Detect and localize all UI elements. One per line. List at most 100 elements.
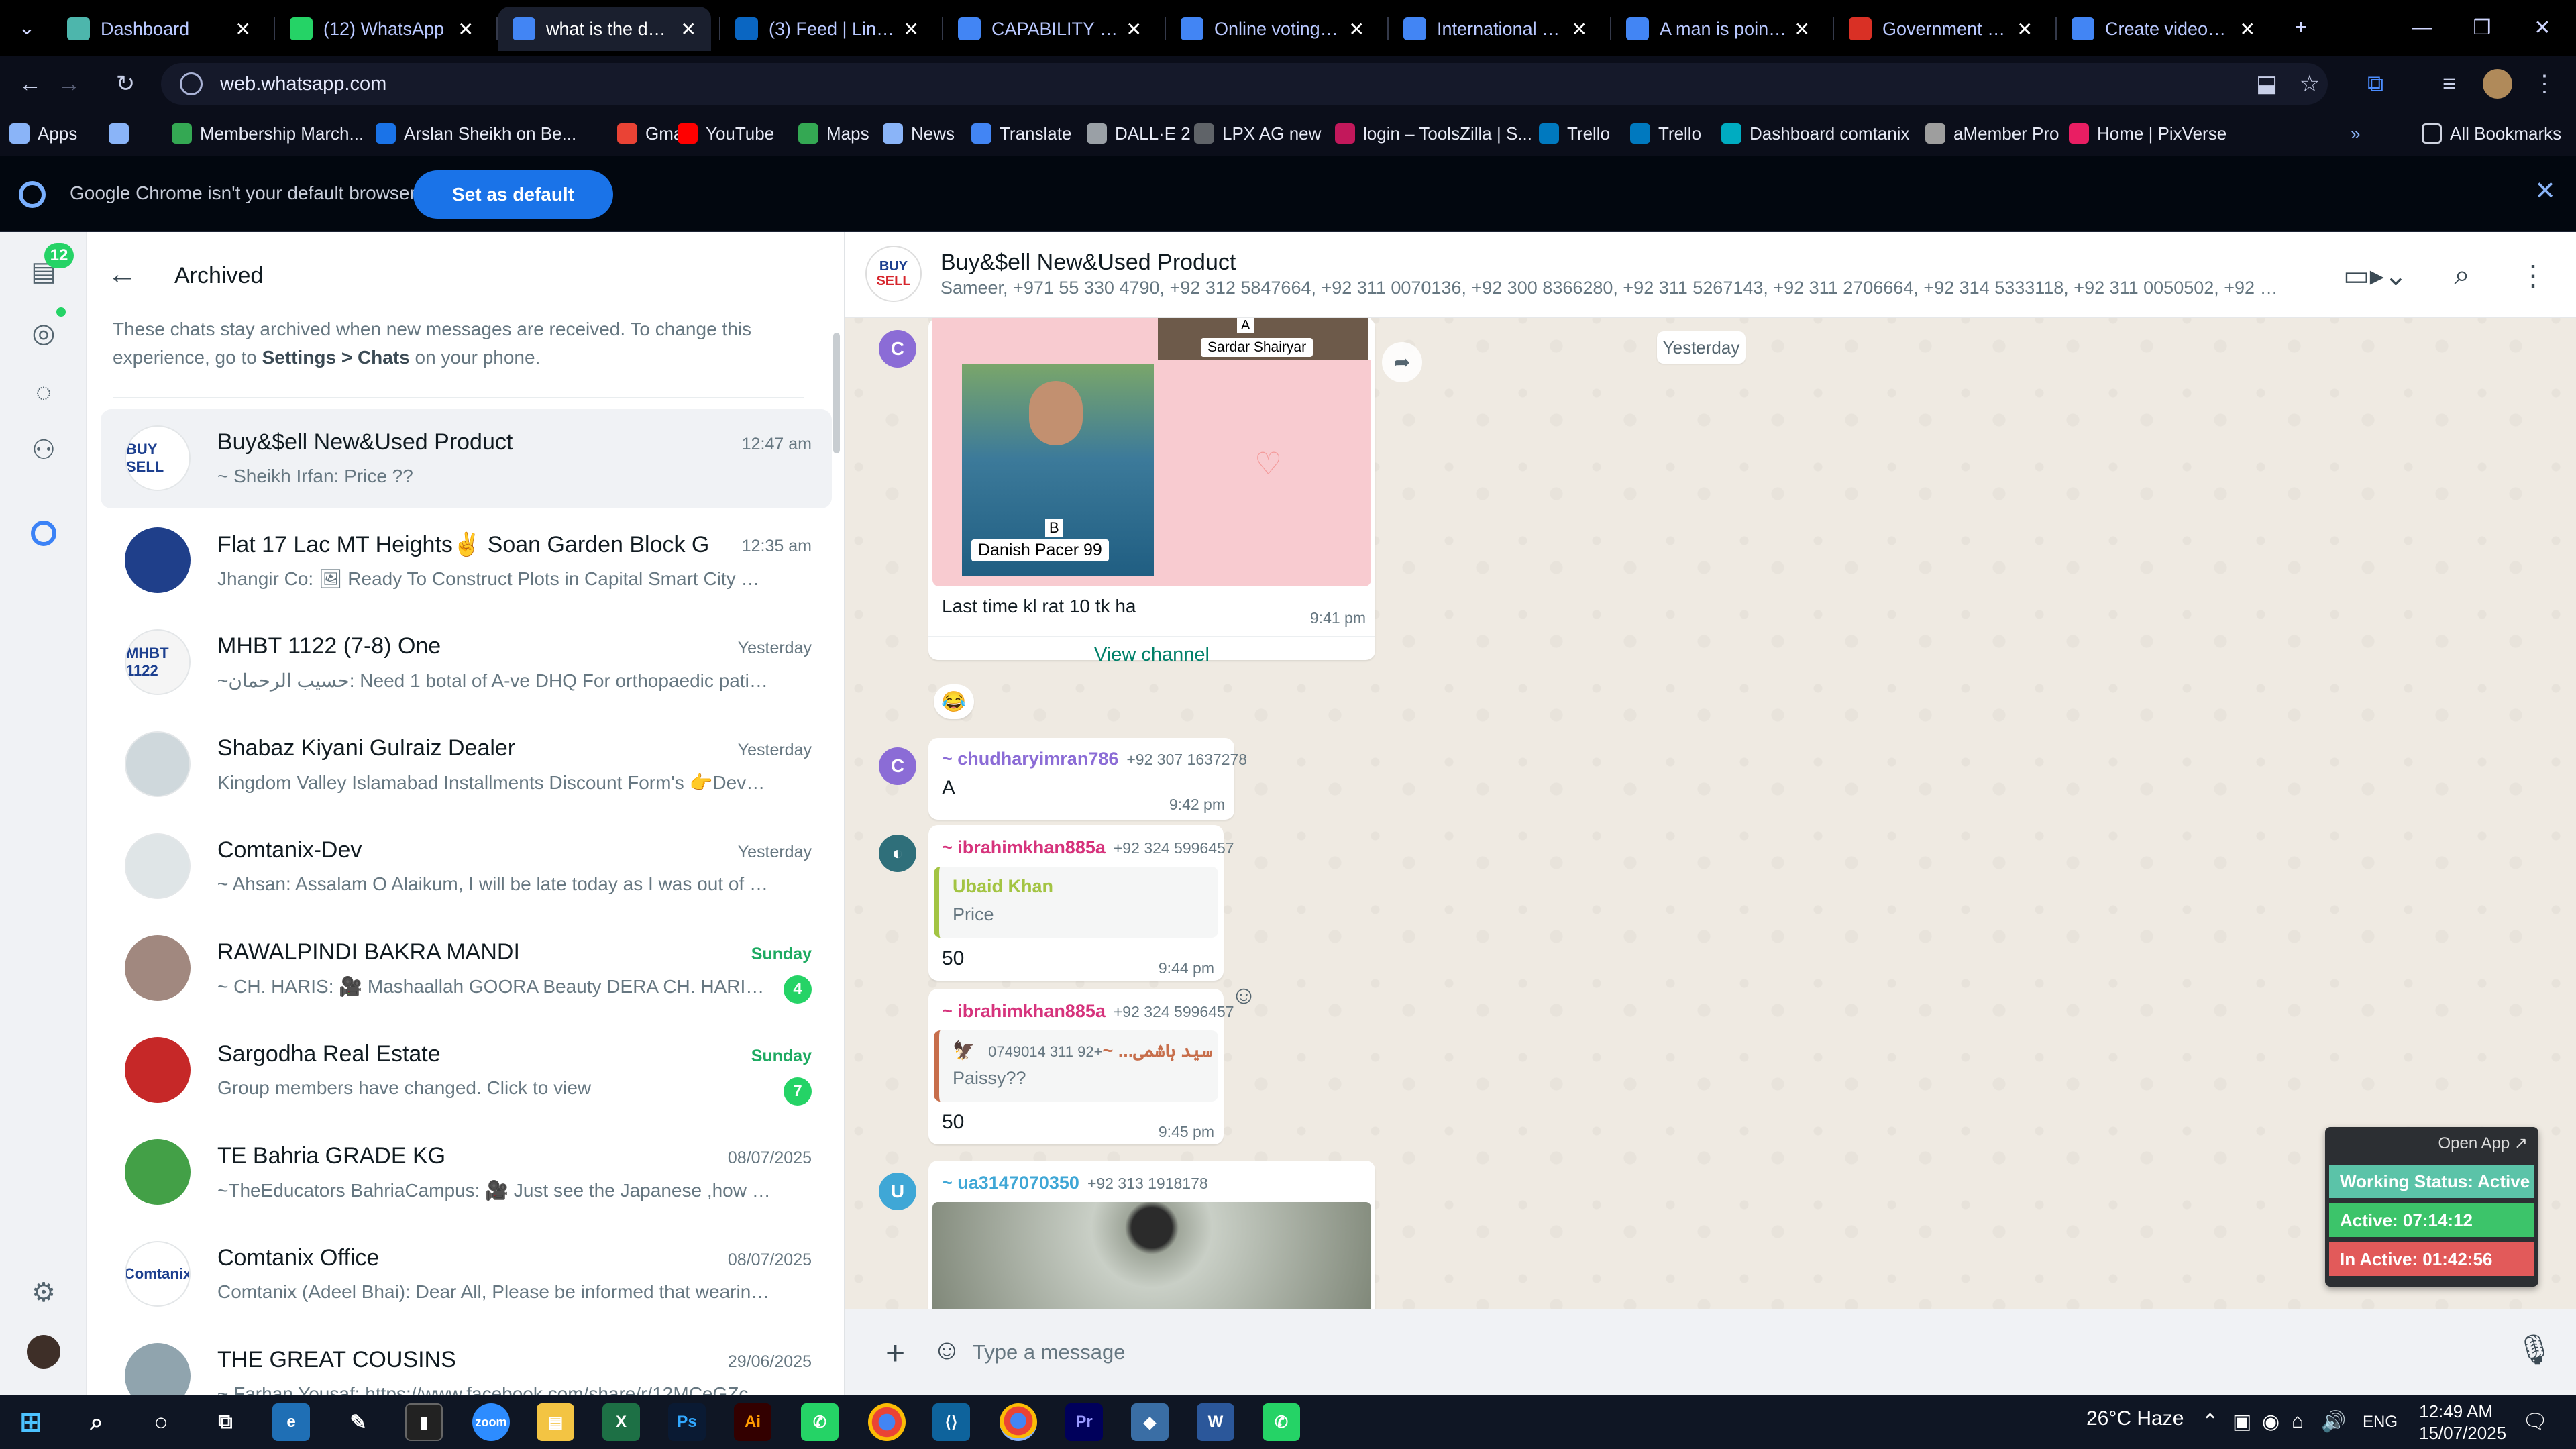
bookmark-item[interactable]: Home | PixVerse [2069,120,2226,147]
browser-tab[interactable]: Government Cont ✕ [1834,7,2047,51]
tab-search-icon[interactable]: ⌄ [0,5,54,50]
camera-icon[interactable]: ◉ [2262,1410,2279,1434]
network-icon[interactable]: ⌂ [2292,1410,2304,1433]
zoom-icon[interactable]: zoom [472,1403,510,1441]
menu-icon[interactable]: ⋮ [2513,256,2553,294]
search-icon[interactable]: ⌕ [78,1403,115,1441]
task-view-icon[interactable]: ⧉ [207,1403,244,1441]
bookmark-item[interactable]: Membership March... [172,120,364,147]
close-window-icon[interactable]: ✕ [2509,5,2576,50]
all-bookmarks-button[interactable]: All Bookmarks [2422,120,2561,147]
browser-tab[interactable]: Dashboard ✕ [52,7,266,51]
tab-close-icon[interactable]: ✕ [1349,18,1364,40]
premiere-icon[interactable]: Pr [1065,1403,1103,1441]
volume-icon[interactable]: 🔊 [2321,1410,2346,1434]
minimize-icon[interactable]: — [2388,5,2455,50]
bookmark-item[interactable]: News [883,120,955,147]
back-arrow-icon[interactable]: ← [107,258,137,291]
bookmark-item[interactable]: Dashboard comtanix [1721,120,1909,147]
site-info-icon[interactable] [180,72,203,95]
set-as-default-button[interactable]: Set as default [413,170,613,219]
install-app-icon[interactable]: ⬓ [2249,66,2285,102]
quoted-message[interactable]: Ubaid Khan Price [934,867,1218,938]
address-bar[interactable]: web.whatsapp.com [161,63,2328,105]
tray-app-icon[interactable]: ▣ [2233,1410,2251,1434]
settings-icon[interactable]: ⚙ [24,1273,63,1312]
notifications-icon[interactable]: 🗨 [2522,1410,2548,1434]
group-members[interactable]: Sameer, +971 55 330 4790, +92 312 584766… [941,278,2282,299]
group-title[interactable]: Buy&$ell New&Used Product [941,250,1236,276]
language-indicator[interactable]: ENG [2363,1413,2398,1432]
pen-icon[interactable]: ✎ [339,1403,377,1441]
browser-tab[interactable]: CAPABILITY STATE ✕ [943,7,1157,51]
chrome-menu-icon[interactable]: ⋮ [2526,66,2563,102]
bookmark-item[interactable] [109,120,137,147]
chat-list-item[interactable]: MHBT 1122 MHBT 1122 (7-8) One Yesterday ~حس… [101,613,832,712]
chat-list-scrollbar[interactable] [833,333,840,453]
sender-avatar[interactable]: C [879,330,916,368]
whatsapp-desktop-icon[interactable]: ✆ [1263,1403,1300,1441]
more-bookmarks-icon[interactable]: » [2351,120,2360,147]
bookmark-item[interactable]: Trello [1539,120,1610,147]
chat-list-item[interactable]: TE Bahria GRADE KG 08/07/2025 ~TheEducator… [101,1123,832,1222]
tab-close-icon[interactable]: ✕ [904,18,919,40]
bookmark-item[interactable]: Trello [1630,120,1701,147]
sender-name[interactable]: ~ ibrahimkhan885a +92 324 5996457 [942,1001,1234,1022]
bookmark-star-icon[interactable]: ☆ [2292,66,2328,102]
bookmark-item[interactable]: DALL·E 2 [1087,120,1191,147]
start-icon[interactable]: ⊞ [12,1403,50,1441]
chat-list-item[interactable]: Comtanix Comtanix Office 08/07/2025 Comtani… [101,1225,832,1324]
forward-icon[interactable]: → [51,66,87,102]
bookmark-item[interactable]: Arslan Sheikh on Be... [376,120,576,147]
chat-list-item[interactable]: Shabaz Kiyani Gulraiz Dealer Yesterday Kin… [101,715,832,814]
edge-icon[interactable]: e [272,1403,310,1441]
browser-tab[interactable]: Online voting with ✕ [1166,7,1379,51]
illustrator-icon[interactable]: Ai [734,1403,771,1441]
reading-list-icon[interactable]: ≡ [2431,66,2467,102]
browser-tab[interactable]: what is the date o ✕ [498,7,711,51]
word-icon[interactable]: W [1197,1403,1234,1441]
chat-list-item[interactable]: RAWALPINDI BAKRA MANDI Sunday ~ CH. HARIS:… [101,919,832,1018]
bookmark-item[interactable]: Maps [798,120,869,147]
chat-list-item[interactable]: Sargodha Real Estate Sunday Group members … [101,1021,832,1120]
tab-close-icon[interactable]: ✕ [235,18,251,40]
emoji-sticker-icon[interactable]: ☺ [932,1334,961,1366]
extensions-icon[interactable]: ⧉ [2357,66,2394,102]
tab-close-icon[interactable]: ✕ [1572,18,1587,40]
open-app-link[interactable]: Open App ↗ [2438,1134,2528,1153]
tab-close-icon[interactable]: ✕ [681,18,696,40]
tab-close-icon[interactable]: ✕ [1126,18,1142,40]
browser-tab[interactable]: (12) WhatsApp ✕ [275,7,488,51]
browser-tab[interactable]: (3) Feed | LinkedIn ✕ [720,7,934,51]
sender-name[interactable]: ~ ibrahimkhan885a +92 324 5996457 [942,837,1234,858]
status-icon[interactable]: ◎ [24,314,63,353]
video-call-icon[interactable]: ▭▸⌄ [2343,256,2408,294]
excel-icon[interactable]: X [602,1403,640,1441]
sender-name[interactable]: ~ chudharyimran786 +92 307 1637278 [942,749,1247,769]
quoted-message[interactable]: 🦅 سید ہاشمی... ~+92 311 0749014 Paissy?? [934,1030,1218,1102]
app-icon[interactable]: ◆ [1131,1403,1169,1441]
conversation-header[interactable]: BUY SELL Buy&$ell New&Used Product Sameer… [845,232,2576,318]
bookmark-item[interactable]: YouTube [678,120,774,147]
chat-list-item[interactable]: Flat 17 Lac MT Heights✌️ Soan Garden Blo… [101,511,832,610]
sender-avatar[interactable]: C [879,747,916,785]
vscode-icon[interactable]: ⟨⟩ [932,1403,970,1441]
back-icon[interactable]: ← [12,66,48,102]
whatsapp-app-icon[interactable]: ✆ [801,1403,839,1441]
bookmark-item[interactable]: Translate [971,120,1071,147]
view-channel-link[interactable]: View channel [928,644,1375,666]
communities-icon[interactable]: ⚇ [24,431,63,470]
browser-tab[interactable]: International busi ✕ [1389,7,1602,51]
search-icon[interactable]: ⌕ [2442,256,2482,294]
reload-icon[interactable]: ↻ [107,66,144,102]
profile-avatar[interactable] [2479,66,2516,102]
browser-tab[interactable]: A man is pointing ✕ [1611,7,1825,51]
chrome-taskbar-icon[interactable] [868,1403,906,1441]
tab-close-icon[interactable]: ✕ [2240,18,2255,40]
sender-avatar[interactable]: U [879,1173,916,1210]
cortana-icon[interactable]: ○ [142,1403,180,1441]
tab-close-icon[interactable]: ✕ [1794,18,1810,40]
meta-ai-icon[interactable] [24,514,63,553]
shared-image[interactable] [932,1202,1371,1309]
restore-icon[interactable]: ❐ [2449,5,2516,50]
